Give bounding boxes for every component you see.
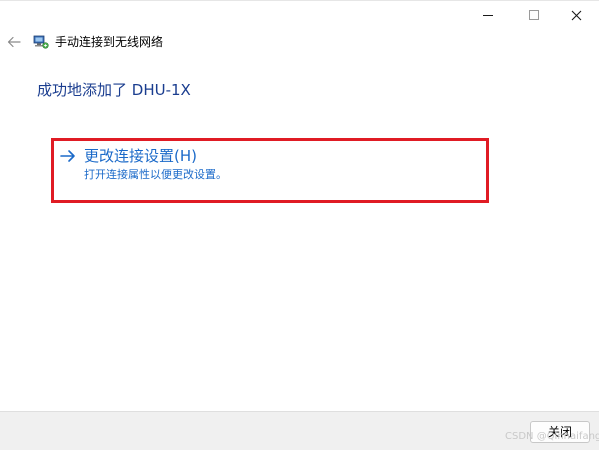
maximize-icon [529, 10, 539, 20]
option-description: 打开连接属性以便更改设置。 [84, 168, 227, 181]
change-connection-settings-link[interactable]: 更改连接设置(H) 打开连接属性以便更改设置。 [58, 144, 478, 194]
wizard-window: 手动连接到无线网络 成功地添加了 DHU-1X 更改连接设置(H) 打开连接属性… [0, 0, 599, 450]
close-icon [571, 10, 581, 20]
option-title: 更改连接设置(H) [84, 147, 197, 165]
maximize-button[interactable] [511, 1, 557, 29]
watermark-text: CSDN @Qinhaifang [505, 431, 599, 442]
minimize-button[interactable] [465, 1, 511, 29]
minimize-icon [483, 14, 493, 16]
close-window-button[interactable] [553, 1, 599, 29]
network-icon [33, 35, 49, 49]
success-message: 成功地添加了 DHU-1X [37, 81, 191, 99]
page-title: 手动连接到无线网络 [55, 35, 164, 49]
back-button[interactable] [2, 31, 26, 53]
back-arrow-icon [7, 36, 21, 48]
arrow-right-icon [60, 150, 75, 162]
